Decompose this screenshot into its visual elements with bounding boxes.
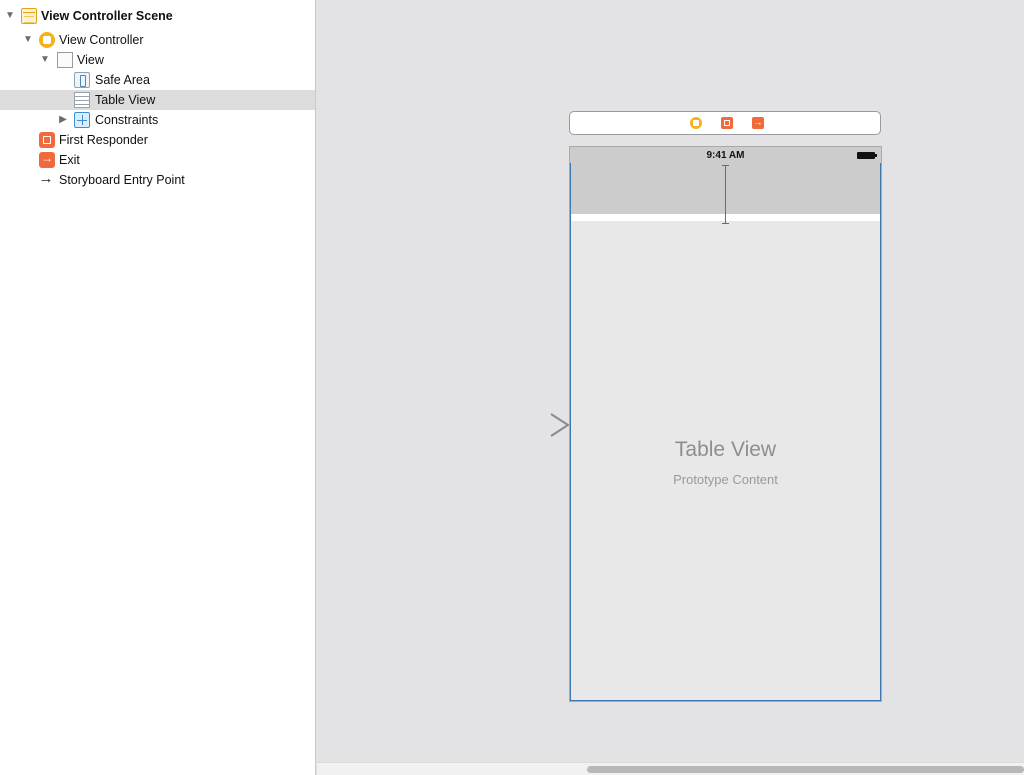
view-controller-icon <box>39 32 55 48</box>
constraints-icon <box>74 112 90 128</box>
view-controller-frame[interactable]: 9:41 AM Table View Prototype Content <box>569 146 882 702</box>
outline-row-exit[interactable]: Exit <box>0 150 315 170</box>
outline-row-view-controller-scene[interactable]: ▼ View Controller Scene <box>0 6 315 26</box>
outline-row-label: First Responder <box>59 133 148 147</box>
outline-row-label: Table View <box>95 93 156 107</box>
outline-row-table-view[interactable]: Table View <box>0 90 315 110</box>
outline-row-label: View Controller Scene <box>41 9 173 23</box>
outline-row-label: Exit <box>59 153 80 167</box>
outline-row-safe-area[interactable]: Safe Area <box>0 70 315 90</box>
outline-row-label: Safe Area <box>95 73 150 87</box>
outline-row-label: View <box>77 53 104 67</box>
outline-row-view-controller[interactable]: ▼ View Controller <box>0 30 315 50</box>
document-outline: ▼ View Controller Scene ▼ View Controlle… <box>0 0 316 775</box>
safe-area-icon <box>74 72 90 88</box>
scene-icon <box>21 8 37 24</box>
constraint-cap-top <box>722 165 729 166</box>
disclosure-expanded-icon[interactable]: ▼ <box>4 6 16 26</box>
outline-row-storyboard-entry-point[interactable]: → Storyboard Entry Point <box>0 170 315 190</box>
table-view-icon <box>74 92 90 108</box>
outline-row-view[interactable]: ▼ View <box>0 50 315 70</box>
table-view[interactable] <box>570 163 881 701</box>
storyboard-canvas[interactable]: 9:41 AM Table View Prototype Content <box>317 0 1024 775</box>
table-view-title: Table View <box>674 438 777 461</box>
exit-icon <box>39 150 55 168</box>
outline-row-label: Constraints <box>95 113 159 127</box>
storyboard-entry-arrow-icon[interactable] <box>485 410 571 440</box>
disclosure-collapsed-icon[interactable]: ▶ <box>57 110 69 130</box>
view-icon <box>57 52 73 68</box>
scene-dock[interactable] <box>569 111 881 135</box>
battery-icon <box>857 152 877 159</box>
disclosure-expanded-icon[interactable]: ▼ <box>22 30 34 50</box>
disclosure-expanded-icon[interactable]: ▼ <box>39 50 51 70</box>
horizontal-scrollbar[interactable] <box>317 762 1024 775</box>
table-view-subtitle: Prototype Content <box>673 472 778 487</box>
constraint-guide[interactable] <box>725 165 726 223</box>
exit-icon[interactable] <box>752 115 764 129</box>
arrow-right-icon: → <box>38 170 54 187</box>
first-responder-icon[interactable] <box>721 117 733 129</box>
outline-row-first-responder[interactable]: First Responder <box>0 130 315 150</box>
status-bar-time: 9:41 AM <box>706 150 745 161</box>
scrollbar-thumb[interactable] <box>587 766 1024 773</box>
outline-row-label: View Controller <box>59 33 144 47</box>
first-responder-icon <box>39 132 55 148</box>
constraint-cap-bottom <box>722 223 729 224</box>
outline-row-constraints[interactable]: ▶ Constraints <box>0 110 315 130</box>
view-controller-icon[interactable] <box>690 117 702 129</box>
outline-row-label: Storyboard Entry Point <box>59 173 185 187</box>
